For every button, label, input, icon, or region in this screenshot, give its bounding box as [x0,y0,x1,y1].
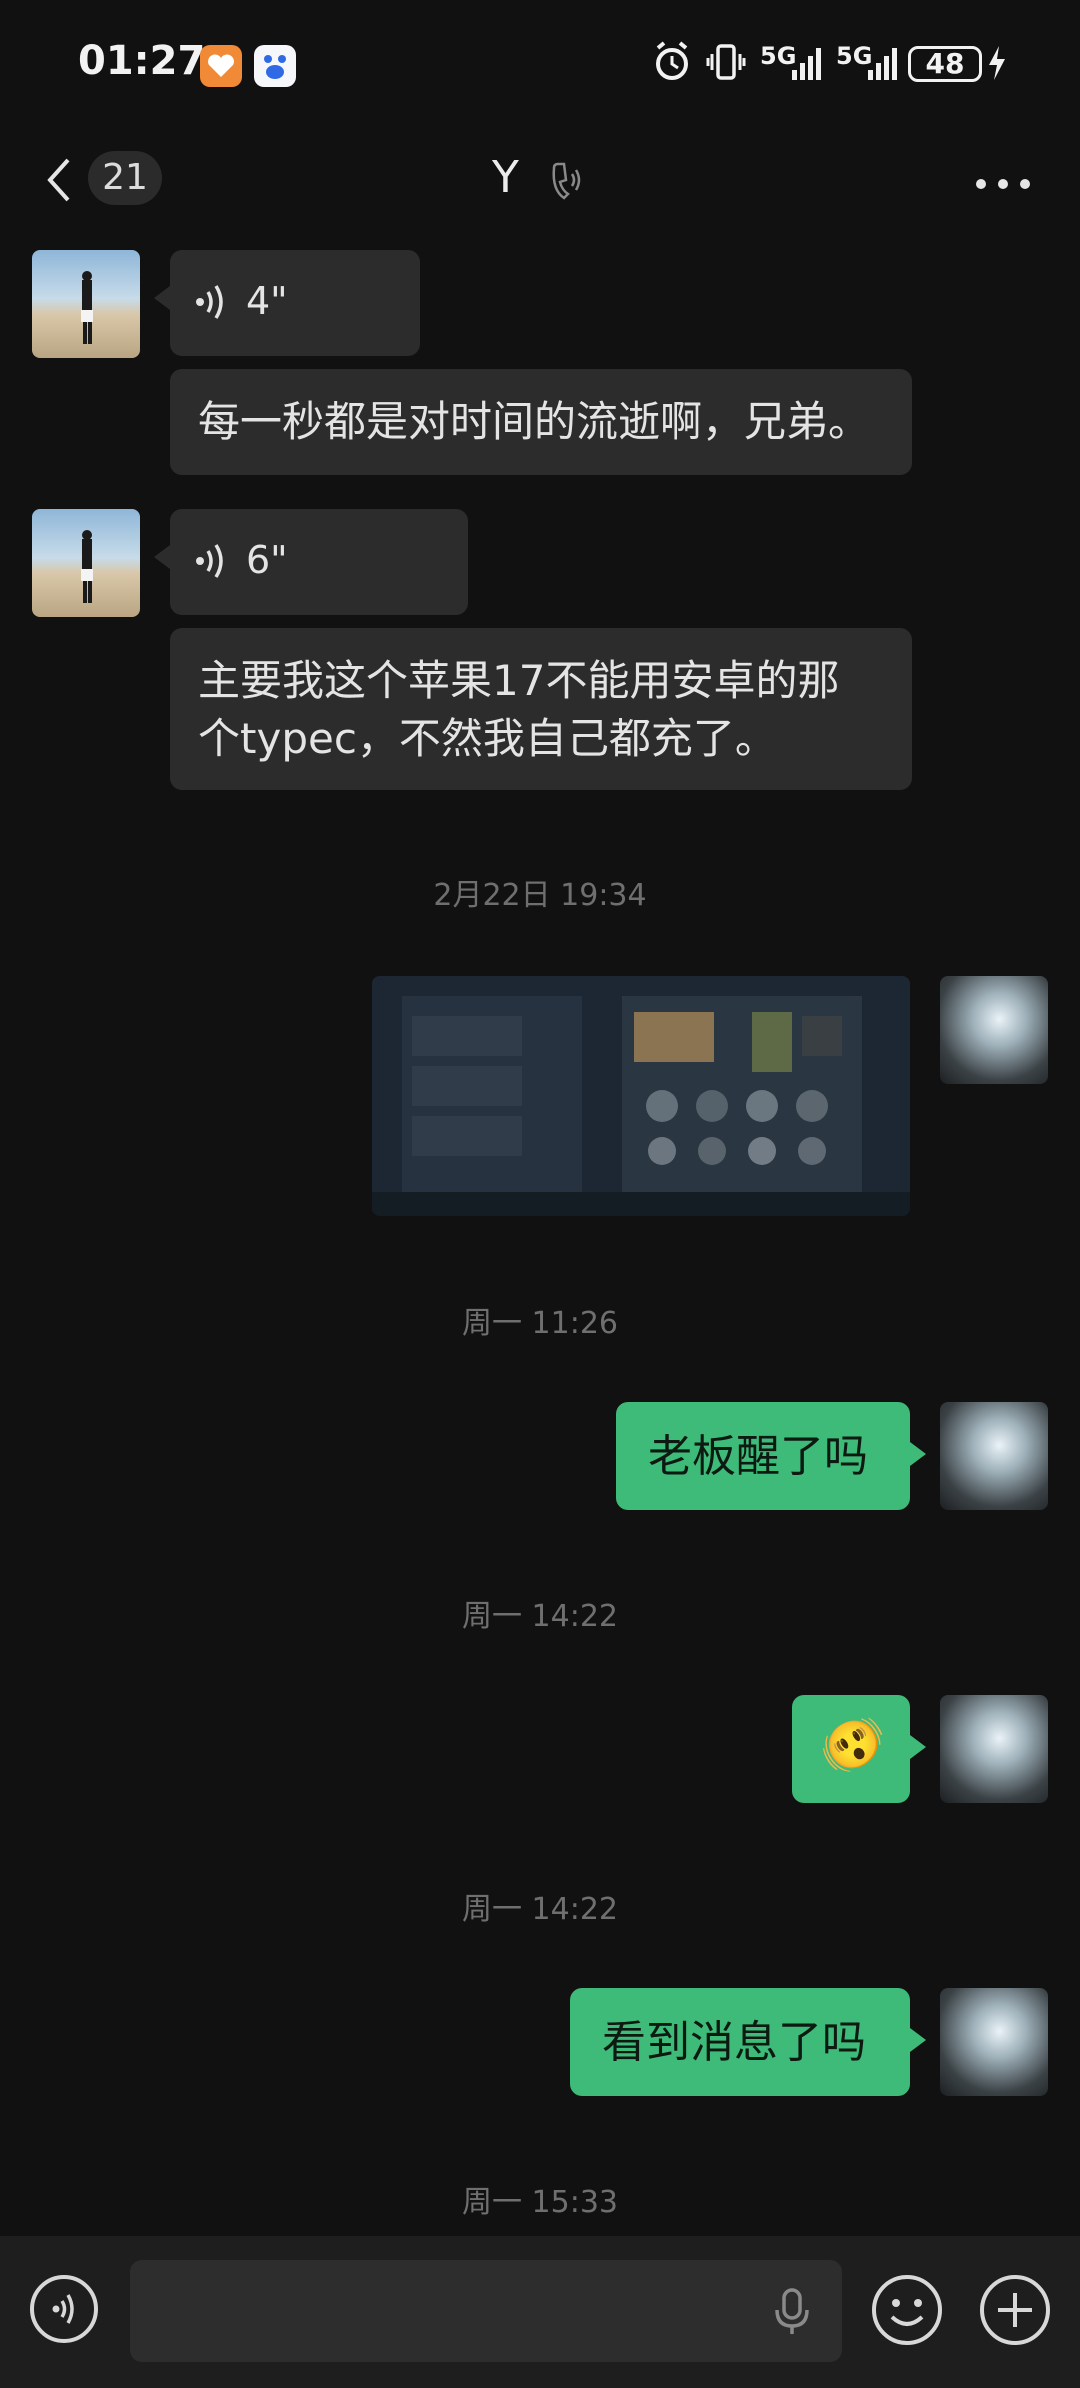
message-text-input[interactable] [130,2260,842,2362]
back-button[interactable] [40,150,80,210]
signal-icon-2 [866,44,904,82]
message-text-line-2: 个typec，不然我自己都充了。 [198,714,777,763]
voice-wave-icon [196,544,223,578]
status-time: 01:27 [78,38,206,84]
outgoing-text-bubble[interactable]: 老板醒了吗 [616,1402,926,1510]
message-text: 每一秒都是对时间的流逝啊，兄弟。 [198,397,871,446]
smiley-face-icon [872,2275,942,2345]
timestamp: 周一 11:26 [462,1306,618,1341]
text-message-bubble[interactable]: 主要我这个苹果17不能用安卓的那 个typec，不然我自己都充了。 [170,628,912,790]
text-message-bubble[interactable]: 每一秒都是对时间的流逝啊，兄弟。 [170,369,912,475]
more-functions-button[interactable] [978,2273,1052,2347]
more-options-button[interactable] [975,175,1031,189]
signal-icon-1 [790,44,828,82]
battery-indicator: 48 [908,46,982,82]
more-dots-icon [976,179,1030,189]
chevron-left-icon [47,158,70,202]
timestamp: 2月22日 19:34 [433,878,647,913]
alarm-icon [652,40,692,84]
message-text-line-1: 主要我这个苹果17不能用安卓的那 [198,656,840,705]
emoji-text: 🫨 [820,1716,885,1776]
message-text: 老板醒了吗 [648,1431,868,1482]
charging-icon [986,44,1008,82]
voice-message-bubble[interactable]: 6" [154,509,468,615]
message-text: 看到消息了吗 [602,2017,866,2068]
vibrate-icon [706,42,746,82]
voice-duration: 4" [246,279,288,323]
voice-wave-icon [196,285,223,319]
outgoing-text-bubble[interactable]: 看到消息了吗 [570,1988,926,2096]
game-inventory-screenshot-image [372,976,910,1216]
baidu-app-icon [254,45,296,87]
outgoing-emoji-bubble[interactable]: 🫨 [792,1695,926,1803]
plus-icon [980,2275,1050,2345]
image-message[interactable] [372,976,910,1216]
contact-avatar[interactable] [32,509,140,617]
timestamp: 周一 15:33 [462,2185,618,2220]
health-app-icon [200,45,242,87]
timestamp: 周一 14:22 [462,1599,618,1634]
my-avatar[interactable] [940,1402,1048,1510]
microphone-icon[interactable] [772,2286,812,2338]
voice-input-toggle-button[interactable] [30,2275,98,2343]
contact-avatar[interactable] [32,250,140,358]
voice-duration: 6" [246,538,288,582]
voice-message-bubble[interactable]: 4" [154,250,420,356]
my-avatar[interactable] [940,1695,1048,1803]
chat-title: Y [492,152,519,203]
timestamp: 周一 14:22 [462,1892,618,1927]
voice-wave-icon [52,2294,74,2324]
emoji-button[interactable] [870,2273,944,2347]
my-avatar[interactable] [940,976,1048,1084]
my-avatar[interactable] [940,1988,1048,2096]
earpiece-mode-icon [548,160,584,200]
unread-count-badge[interactable]: 21 [88,151,162,205]
